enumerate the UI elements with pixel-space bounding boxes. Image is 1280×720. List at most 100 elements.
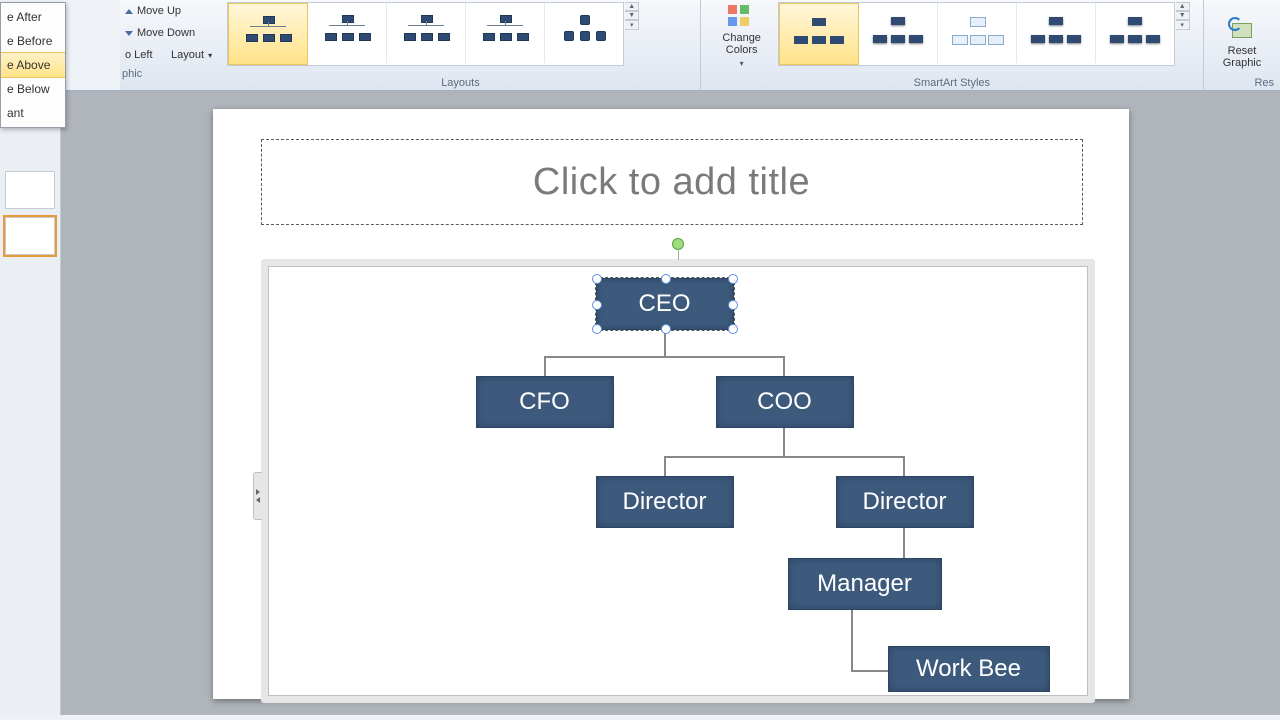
connector: [851, 670, 891, 672]
title-placeholder[interactable]: Click to add title: [261, 139, 1083, 225]
scroll-down-button[interactable]: ▼: [1176, 11, 1190, 20]
add-shape-below-item[interactable]: e Below: [1, 77, 65, 101]
orgchart-icon: [240, 14, 296, 54]
scroll-down-button[interactable]: ▼: [625, 11, 639, 20]
connector: [544, 356, 784, 358]
resize-handle[interactable]: [728, 274, 738, 284]
scroll-up-button[interactable]: ▲: [625, 2, 639, 11]
orgchart-node-workbee[interactable]: Work Bee: [888, 646, 1050, 692]
orgchart-node-director-2[interactable]: Director: [836, 476, 974, 528]
reset-group-label-partial: Res: [1210, 75, 1274, 90]
slide-thumbnail-2[interactable]: [5, 217, 55, 255]
orgchart-node-coo[interactable]: COO: [716, 376, 854, 428]
connector: [903, 528, 905, 558]
node-label: Director: [622, 488, 706, 516]
palette-icon: [726, 3, 758, 28]
layouts-group-label: Layouts: [227, 75, 693, 90]
orgchart-icon: [556, 13, 612, 53]
style-option-4[interactable]: [1017, 3, 1096, 63]
reset-graphic-label: Reset Graphic: [1215, 45, 1269, 69]
change-colors-button[interactable]: Change Colors▾: [707, 2, 777, 74]
layout-option-1[interactable]: [228, 3, 308, 65]
add-shape-after-item[interactable]: e After: [1, 5, 65, 29]
orgchart: CEO CFO COO Director Director Manager Wo…: [280, 278, 1076, 684]
reset-icon: [1228, 17, 1256, 41]
orgchart-node-cfo[interactable]: CFO: [476, 376, 614, 428]
right-to-left-button[interactable]: o Left: [120, 44, 166, 66]
node-label: COO: [757, 388, 812, 416]
slide[interactable]: Click to add title: [213, 109, 1129, 699]
smartart-styles-group: Change Colors▾ ▲▼▾ SmartArt Styles: [701, 0, 1204, 90]
connector: [783, 428, 785, 456]
text-pane-toggle[interactable]: [253, 472, 262, 520]
layout-dropdown[interactable]: Layout ▾: [166, 44, 215, 66]
chevron-left-icon: [256, 489, 260, 495]
move-up-label: Move Up: [137, 5, 181, 17]
add-shape-dropdown: e After e Before e Above e Below ant: [0, 2, 66, 128]
reset-group: Reset Graphic Res: [1204, 0, 1280, 90]
rotate-handle-stick: [678, 248, 679, 260]
change-colors-label: Change Colors: [712, 32, 772, 56]
style-option-3[interactable]: [938, 3, 1017, 63]
smartart-frame[interactable]: CEO CFO COO Director Director Manager Wo…: [261, 259, 1095, 703]
layout-option-5[interactable]: [545, 3, 623, 63]
add-shape-before-item[interactable]: e Before: [1, 29, 65, 53]
promote-arrow-icon: ⇐: [13, 0, 23, 1]
orgchart-icon: [398, 13, 454, 53]
style-icon: [1026, 13, 1086, 53]
node-label: CFO: [519, 388, 570, 416]
resize-handle[interactable]: [592, 324, 602, 334]
move-up-button[interactable]: Move Up: [120, 0, 215, 22]
add-assistant-item[interactable]: ant: [1, 101, 65, 125]
style-icon: [789, 14, 849, 54]
orgchart-node-director-1[interactable]: Director: [596, 476, 734, 528]
orgchart-node-ceo[interactable]: CEO: [596, 278, 734, 330]
expand-gallery-button[interactable]: ▾: [625, 20, 639, 30]
workspace: Click to add title: [0, 91, 1280, 716]
connector: [664, 456, 666, 476]
menu-item-label: e Above: [7, 58, 50, 72]
style-option-5[interactable]: [1096, 3, 1174, 63]
add-shape-above-item[interactable]: e Above: [1, 52, 65, 78]
promote-button[interactable]: ⇐Promote: [8, 0, 77, 6]
title-placeholder-text: Click to add title: [533, 161, 810, 204]
move-down-button[interactable]: Move Down: [120, 22, 215, 44]
node-label: Work Bee: [916, 655, 1021, 683]
arrow-down-icon: [125, 27, 133, 39]
node-label: CEO: [638, 290, 690, 318]
chevron-down-icon: ▾: [208, 51, 212, 60]
layout-option-4[interactable]: [466, 3, 545, 63]
connector: [664, 456, 904, 458]
resize-handle[interactable]: [661, 324, 671, 334]
resize-handle[interactable]: [592, 300, 602, 310]
menu-item-label: e After: [7, 10, 42, 24]
styles-gallery: [778, 2, 1175, 66]
style-icon: [868, 13, 928, 53]
connector: [783, 356, 785, 376]
status-bar: [0, 715, 1280, 720]
resize-handle[interactable]: [661, 274, 671, 284]
style-option-2[interactable]: [859, 3, 938, 63]
to-left-label: o Left: [125, 49, 153, 61]
connector: [851, 610, 853, 670]
node-label: Manager: [817, 570, 912, 598]
slide-thumbnail-1[interactable]: [5, 171, 55, 209]
reset-graphic-button[interactable]: Reset Graphic: [1210, 2, 1274, 74]
orgchart-icon: [319, 13, 375, 53]
chevron-right-icon: [256, 497, 260, 503]
menu-item-label: ant: [7, 106, 24, 120]
styles-group-label: SmartArt Styles: [707, 75, 1197, 90]
scroll-up-button[interactable]: ▲: [1176, 2, 1190, 11]
node-label: Director: [862, 488, 946, 516]
orgchart-node-manager[interactable]: Manager: [788, 558, 942, 610]
layout-option-2[interactable]: [308, 3, 387, 63]
connector: [544, 356, 546, 376]
move-down-label: Move Down: [137, 27, 195, 39]
resize-handle[interactable]: [728, 300, 738, 310]
ribbon: Move Up Move Down o Left Layout▾ phic ▲▼…: [0, 0, 1280, 91]
expand-gallery-button[interactable]: ▾: [1176, 20, 1190, 30]
style-option-1[interactable]: [779, 3, 859, 65]
graphic-group-label-partial: phic: [120, 66, 215, 81]
layout-option-3[interactable]: [387, 3, 466, 63]
layout-label: Layout: [171, 49, 204, 61]
